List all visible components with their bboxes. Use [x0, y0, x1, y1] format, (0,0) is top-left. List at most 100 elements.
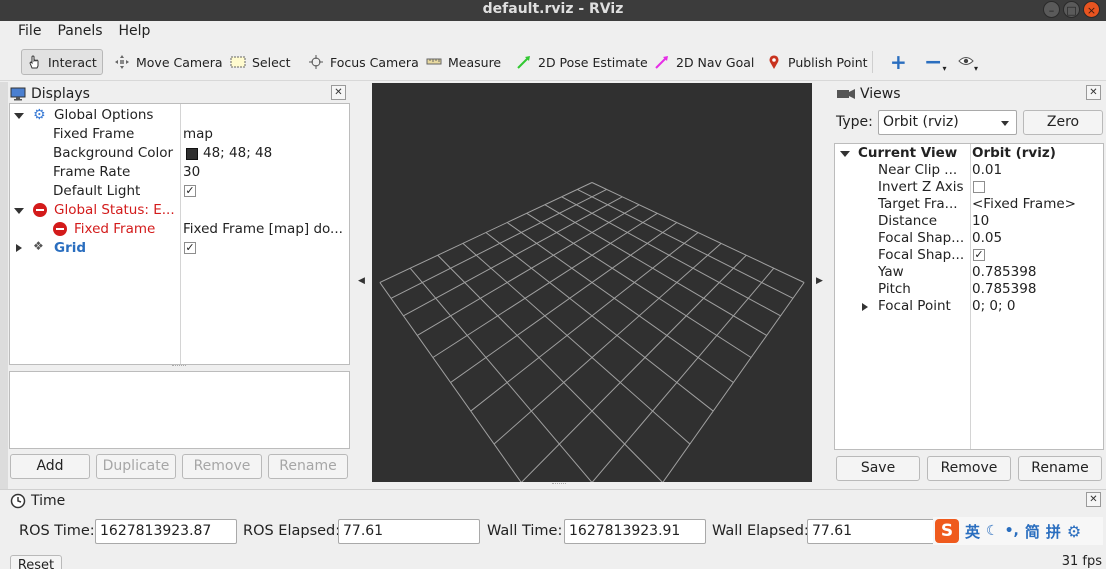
- minimize-button[interactable]: –: [1043, 1, 1060, 18]
- punctuation-icon[interactable]: •,: [1005, 523, 1019, 539]
- focal-point-label: Focal Point: [878, 298, 951, 314]
- menu-panels[interactable]: Panels: [49, 21, 110, 43]
- ros-elapsed-field[interactable]: 77.61: [338, 519, 480, 544]
- window-titlebar: default.rviz - RViz – □ ×: [0, 0, 1106, 21]
- views-title: Views: [860, 86, 901, 102]
- minus-icon: −: [924, 49, 943, 75]
- wall-time-field[interactable]: 1627813923.91: [564, 519, 706, 544]
- grid-checkbox[interactable]: ✓: [184, 242, 196, 254]
- gear-icon[interactable]: ⚙: [1067, 522, 1081, 541]
- ime-simplified-toggle[interactable]: 简: [1025, 521, 1040, 542]
- time-close-button[interactable]: ✕: [1086, 492, 1101, 507]
- frame-rate-label: Frame Rate: [53, 164, 131, 180]
- maximize-button[interactable]: □: [1063, 1, 1080, 18]
- views-close-button[interactable]: ✕: [1086, 85, 1101, 100]
- collapse-left-arrow-icon[interactable]: ◀: [358, 276, 365, 286]
- eye-icon: [958, 55, 974, 70]
- target-frame-value[interactable]: <Fixed Frame>: [972, 196, 1076, 212]
- ime-english-toggle[interactable]: 英: [965, 521, 980, 542]
- remove-display-button[interactable]: Remove: [182, 454, 262, 479]
- background-color-value[interactable]: 48; 48; 48: [203, 145, 272, 161]
- remove-view-button[interactable]: Remove: [927, 456, 1011, 481]
- displays-close-button[interactable]: ✕: [331, 85, 346, 100]
- view-type-select[interactable]: Orbit (rviz): [878, 110, 1017, 135]
- wall-elapsed-field[interactable]: 77.61: [807, 519, 937, 544]
- expand-arrow-icon[interactable]: [14, 113, 24, 119]
- focus-camera-icon: [308, 54, 326, 70]
- menu-file[interactable]: File: [10, 21, 49, 43]
- distance-value[interactable]: 10: [972, 213, 989, 229]
- viewport-splitter-handle[interactable]: [552, 483, 566, 486]
- grid-line: [662, 282, 805, 482]
- select-tool[interactable]: Select: [226, 49, 295, 75]
- pitch-value[interactable]: 0.785398: [972, 281, 1036, 297]
- expand-arrow-icon[interactable]: [14, 208, 24, 214]
- default-light-label: Default Light: [53, 183, 141, 199]
- measure-tool[interactable]: Measure: [422, 49, 505, 75]
- menu-help[interactable]: Help: [111, 21, 159, 43]
- global-options-label: Global Options: [54, 107, 154, 123]
- moon-icon[interactable]: ☾: [986, 523, 999, 539]
- background-color-label: Background Color: [53, 145, 174, 161]
- add-display-button[interactable]: Add: [10, 454, 90, 479]
- nav-goal-tool[interactable]: 2D Nav Goal: [650, 49, 758, 75]
- measure-label: Measure: [448, 54, 502, 70]
- move-camera-tool[interactable]: Move Camera: [110, 49, 227, 75]
- sogou-logo-icon[interactable]: S: [935, 519, 959, 543]
- grid-line: [485, 232, 714, 412]
- grid-line: [521, 254, 747, 482]
- yaw-value[interactable]: 0.785398: [972, 264, 1036, 280]
- zero-button[interactable]: Zero: [1023, 110, 1103, 135]
- duplicate-display-button[interactable]: Duplicate: [96, 454, 176, 479]
- add-tool-button[interactable]: +: [886, 49, 908, 75]
- displays-header: Displays: [10, 84, 350, 104]
- focus-camera-tool[interactable]: Focus Camera: [304, 49, 423, 75]
- close-window-button[interactable]: ×: [1083, 1, 1100, 18]
- remove-tool-button[interactable]: − ▾: [920, 49, 946, 75]
- ros-time-label: ROS Time:: [19, 523, 95, 539]
- pose-estimate-tool[interactable]: 2D Pose Estimate: [512, 49, 652, 75]
- render-viewport[interactable]: [372, 83, 812, 482]
- near-clip-value[interactable]: 0.01: [972, 162, 1002, 178]
- collapse-right-arrow-icon[interactable]: ▶: [816, 276, 823, 286]
- nav-goal-label: 2D Nav Goal: [676, 54, 755, 70]
- grid-label: Grid: [54, 240, 87, 256]
- frame-rate-value[interactable]: 30: [183, 164, 200, 180]
- distance-label: Distance: [878, 213, 938, 229]
- interact-tool[interactable]: Interact: [21, 49, 103, 75]
- color-swatch[interactable]: [186, 148, 198, 160]
- splitter-handle[interactable]: [172, 365, 186, 368]
- select-label: Select: [252, 54, 291, 70]
- fixed-frame-label: Fixed Frame: [53, 126, 135, 142]
- rename-display-button[interactable]: Rename: [268, 454, 348, 479]
- expand-arrow-icon[interactable]: [840, 151, 850, 157]
- grid-icon: ❖: [33, 239, 44, 253]
- yaw-label: Yaw: [878, 264, 904, 280]
- focal-shape-fixed-checkbox[interactable]: ✓: [973, 249, 985, 261]
- grid-line: [432, 212, 658, 358]
- grid-line: [526, 212, 752, 358]
- expand-arrow-icon[interactable]: [16, 244, 22, 252]
- rename-view-button[interactable]: Rename: [1018, 456, 1102, 481]
- grid-line: [591, 182, 805, 283]
- wall-elapsed-label: Wall Elapsed:: [712, 523, 809, 539]
- save-view-button[interactable]: Save: [836, 456, 920, 481]
- focal-shape-size-value[interactable]: 0.05: [972, 230, 1002, 246]
- default-light-checkbox[interactable]: ✓: [184, 185, 196, 197]
- ime-pinyin-toggle[interactable]: 拼: [1046, 521, 1061, 542]
- grid-drawing: [379, 182, 805, 482]
- reset-button[interactable]: Reset: [10, 555, 62, 569]
- publish-point-tool[interactable]: Publish Point: [762, 49, 872, 75]
- grid-line: [409, 267, 593, 482]
- tool-visibility-button[interactable]: ▾: [954, 49, 980, 75]
- fixed-frame-value[interactable]: map: [183, 126, 213, 142]
- ros-time-field[interactable]: 1627813923.87: [95, 519, 237, 544]
- grid-line: [493, 242, 722, 445]
- views-tree: Current View Orbit (rviz) Near Clip ... …: [834, 143, 1104, 450]
- invert-z-checkbox[interactable]: [973, 181, 985, 193]
- hand-icon: [26, 54, 44, 70]
- focal-point-value[interactable]: 0; 0; 0: [972, 298, 1015, 314]
- ros-elapsed-label: ROS Elapsed:: [243, 523, 341, 539]
- fixed-frame-error-value: Fixed Frame [map] do...: [183, 221, 343, 237]
- expand-arrow-icon[interactable]: [862, 303, 868, 311]
